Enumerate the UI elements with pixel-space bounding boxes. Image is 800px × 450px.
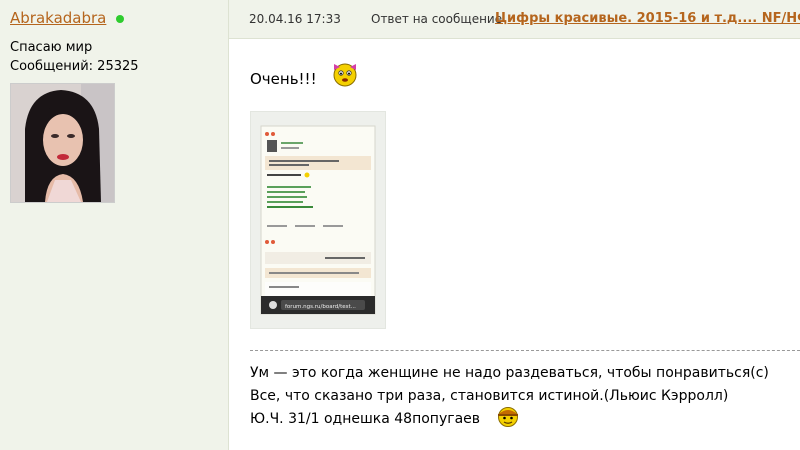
online-status-icon xyxy=(116,15,124,23)
post-datetime: 20.04.16 17:33 xyxy=(249,12,341,26)
username-link[interactable]: Abrakadabra xyxy=(10,9,106,27)
girl-with-bows-smiley-icon xyxy=(330,58,360,92)
user-status: Спасаю мир xyxy=(10,40,93,55)
signature-line-3: Ю.Ч. 31/1 однешка 48попугаев xyxy=(250,411,481,427)
attachment-thumbnail[interactable]: forum.ngs.ru/board/test... xyxy=(250,111,386,329)
post-header: 20.04.16 17:33 Ответ на сообщение Цифры … xyxy=(229,0,800,39)
post-body-text: Очень!!! xyxy=(250,70,317,88)
attachment-url-text: forum.ngs.ru/board/test... xyxy=(285,304,356,310)
hat-smiley-icon xyxy=(496,404,520,432)
user-panel: Abrakadabra Спасаю мир Сообщений: 25325 xyxy=(0,0,229,450)
user-post-count: Сообщений: 25325 xyxy=(10,59,139,74)
topic-link[interactable]: Цифры красивые. 2015-16 и т.д.... NF/НФ xyxy=(495,11,800,26)
post-count-label: Сообщений: xyxy=(10,59,94,74)
signature-divider xyxy=(250,350,800,351)
signature-line-2: Все, что сказано три раза, становится ис… xyxy=(250,388,729,404)
signature-line-1: Ум — это когда женщине не надо раздевать… xyxy=(250,365,769,381)
reply-prefix: Ответ на сообщение xyxy=(371,12,503,26)
avatar[interactable] xyxy=(10,83,115,203)
post-count-value: 25325 xyxy=(97,59,139,74)
